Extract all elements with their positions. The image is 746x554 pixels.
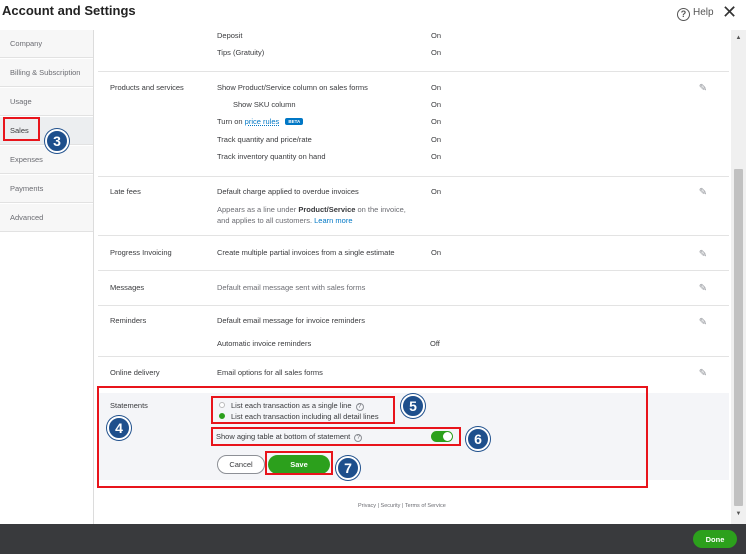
security-link[interactable]: Security: [381, 503, 401, 509]
late-fees-desc-c: and applies to all customers.: [217, 216, 315, 225]
privacy-link[interactable]: Privacy: [358, 503, 376, 509]
track-qty-label: Track quantity and price/rate: [217, 135, 312, 144]
sidebar-item-expenses[interactable]: Expenses: [0, 146, 93, 174]
sidebar-item-label: Advanced: [10, 213, 44, 222]
footer-divider: |: [401, 503, 404, 509]
edit-messages-pencil-icon[interactable]: ✎: [697, 283, 709, 295]
step-marker-5: 5: [401, 394, 425, 418]
step-marker-6: 6: [466, 427, 490, 451]
footer-links: Privacy | Security | Terms of Service: [358, 503, 446, 509]
learn-more-link[interactable]: Learn more: [314, 216, 352, 225]
vertical-scrollbar[interactable]: ▲ ▼: [731, 30, 746, 524]
product-column-label: Show Product/Service column on sales for…: [217, 83, 368, 92]
late-fees-desc-a: Appears as a line under: [217, 205, 299, 214]
help-circle-icon: ?: [677, 8, 690, 21]
section-messages-title: Messages: [110, 283, 145, 292]
page-title: Account and Settings: [2, 3, 136, 18]
sidebar-item-label: Payments: [10, 184, 44, 193]
divider: [98, 305, 729, 306]
help-label: Help: [693, 7, 714, 18]
late-fees-value: On: [431, 187, 442, 196]
sku-column-value: On: [431, 100, 442, 109]
section-products-title: Products and services: [110, 83, 184, 92]
price-rules-row: Turn on price rules BETA: [217, 117, 304, 126]
highlight-statement-options: [211, 396, 395, 424]
sidebar-item-usage[interactable]: Usage: [0, 88, 93, 116]
beta-badge: BETA: [285, 118, 304, 125]
reminders-label: Default email message for invoice remind…: [217, 316, 365, 325]
progress-value: On: [431, 248, 442, 257]
scroll-up-icon[interactable]: ▲: [731, 34, 746, 42]
sidebar-item-payments[interactable]: Payments: [0, 175, 93, 203]
late-fees-label: Default charge applied to overdue invoic…: [217, 187, 359, 196]
sidebar-item-advanced[interactable]: Advanced: [0, 204, 93, 232]
step-marker-4: 4: [107, 416, 131, 440]
late-fees-desc-bold: Product/Service: [298, 205, 356, 214]
sidebar-item-label: Company: [10, 39, 43, 48]
done-button[interactable]: Done: [693, 530, 737, 548]
step-marker-7: 7: [336, 456, 360, 480]
footer-divider: |: [377, 503, 379, 509]
edit-products-pencil-icon[interactable]: ✎: [697, 83, 709, 95]
price-rules-link[interactable]: price rules: [245, 117, 280, 126]
divider: [98, 235, 729, 236]
section-progress-title: Progress Invoicing: [110, 248, 172, 257]
step-marker-3: 3: [45, 129, 69, 153]
section-reminders-title: Reminders: [110, 316, 147, 325]
settings-sidebar: Company Billing & Subscription Usage Sal…: [0, 30, 94, 524]
price-rules-value: On: [431, 117, 442, 126]
section-online-delivery-title: Online delivery: [110, 368, 160, 377]
divider: [98, 356, 729, 357]
header-bar: Account and Settings ? Help ✕: [0, 0, 746, 28]
sidebar-item-company[interactable]: Company: [0, 30, 93, 58]
auto-reminders-value: Off: [430, 339, 440, 348]
bottom-bar: Done: [0, 524, 746, 554]
section-late-fees-title: Late fees: [110, 187, 141, 196]
messages-label: Default email message sent with sales fo…: [217, 283, 366, 292]
divider: [98, 176, 729, 177]
close-icon[interactable]: ✕: [722, 3, 737, 21]
highlight-sales: [3, 117, 40, 141]
price-rules-prefix: Turn on: [217, 117, 243, 126]
divider: [98, 270, 729, 271]
edit-progress-pencil-icon[interactable]: ✎: [697, 249, 709, 261]
sidebar-item-billing[interactable]: Billing & Subscription: [0, 59, 93, 87]
progress-label: Create multiple partial invoices from a …: [217, 248, 395, 257]
deposit-value: On: [431, 31, 442, 40]
track-inventory-label: Track inventory quantity on hand: [217, 152, 326, 161]
deposit-label: Deposit: [217, 31, 243, 40]
product-column-value: On: [431, 83, 442, 92]
help-button[interactable]: ? Help: [677, 7, 714, 21]
edit-online-delivery-pencil-icon[interactable]: ✎: [697, 368, 709, 380]
late-fees-description: Appears as a line under Product/Service …: [217, 204, 406, 226]
edit-late-fees-pencil-icon[interactable]: ✎: [697, 187, 709, 199]
scroll-thumb[interactable]: [734, 169, 743, 506]
terms-link[interactable]: Terms of Service: [405, 503, 446, 509]
online-delivery-label: Email options for all sales forms: [217, 368, 323, 377]
scroll-down-icon[interactable]: ▼: [731, 510, 746, 518]
highlight-aging-toggle: [211, 427, 461, 446]
track-qty-value: On: [431, 135, 442, 144]
auto-reminders-label: Automatic invoice reminders: [217, 339, 312, 348]
sidebar-item-label: Usage: [10, 97, 32, 106]
late-fees-desc-b: on the invoice,: [355, 205, 406, 214]
track-inventory-value: On: [431, 152, 442, 161]
divider: [98, 71, 729, 72]
sku-column-label: Show SKU column: [233, 100, 296, 109]
sidebar-item-label: Expenses: [10, 155, 43, 164]
sidebar-item-label: Billing & Subscription: [10, 68, 81, 77]
highlight-save: [265, 451, 333, 475]
tips-label: Tips (Gratuity): [217, 48, 265, 57]
edit-reminders-pencil-icon[interactable]: ✎: [697, 317, 709, 329]
tips-value: On: [431, 48, 442, 57]
